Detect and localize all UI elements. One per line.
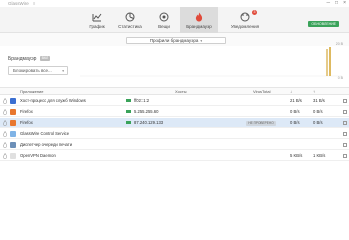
graph-min-label: 0 B [337,76,343,80]
tab-statistics-label: Статистика [118,23,142,29]
glasswire-window: GlassWire ≡ ─ □ × График Статистика Вещи… [0,0,349,200]
chevron-down-icon: ▾ [62,68,64,73]
app-name: Firefox [20,120,33,125]
firewall-title: Брандмауэр [8,56,37,62]
column-header-hosts[interactable]: Хосты [175,89,187,94]
firewall-flame-icon [195,12,203,21]
download-rate: 0 B/s [290,109,300,114]
chevron-down-icon: ▾ [200,38,203,43]
table-row[interactable]: Хост-процесс для служб Windows ff02::1:2 2… [0,96,349,106]
activity-graph [80,47,342,77]
country-flag-icon [126,110,131,113]
app-icon [10,131,16,137]
close-button[interactable]: × [343,0,346,7]
table-row[interactable]: GlassWire Control Service [0,129,349,139]
app-name: Хост-процесс для служб Windows [20,98,86,103]
window-controls: ─ □ × [327,0,347,7]
notifications-icon [240,12,250,21]
table-row[interactable]: OpenVPN Daemon 5 KB/s 1 KB/s [0,151,349,161]
app-icon [10,98,16,104]
app-icon [10,109,16,115]
column-header-virustotal[interactable]: VirusTotal [253,89,271,94]
things-icon [159,12,169,21]
app-icon [10,120,16,126]
table-row[interactable]: Firefox 5.255.255.60 0 B/s 0 B/s [0,107,349,117]
virustotal-status[interactable]: НЕ ПРОВЕРЕНО [246,120,276,126]
firewall-flame-icon[interactable] [3,142,7,148]
app-icon [10,142,16,148]
tab-things-label: Вещи [158,23,170,29]
firewall-mode-value: Блокировать все... [13,68,52,73]
country-flag-icon [126,99,131,102]
upload-rate: 0 B/s [313,120,323,125]
upload-rate: 1 KB/s [313,153,326,158]
app-title: GlassWire [8,1,29,6]
main-toolbar: График Статистика Вещи Брандмауэр 3 Увед… [0,7,349,33]
app-name: Диспетчер очереди печати [20,142,73,147]
row-checkbox[interactable] [343,99,347,103]
table-row[interactable]: Firefox 87.240.129.133 НЕ ПРОВЕРЕНО 0 B/s 0 … [0,118,349,128]
row-checkbox[interactable] [343,143,347,147]
column-header-download[interactable]: ↓ [290,89,292,94]
graph-icon [92,13,102,21]
column-header-application[interactable]: Приложение [20,89,43,94]
host-address: 87.240.129.133 [134,120,164,125]
host-address: ff02::1:2 [134,98,150,103]
tab-firewall-label: Брандмауэр [186,23,212,29]
app-name: GlassWire Control Service [20,131,70,136]
graph-max-label: 20 B [335,42,343,46]
tab-graph[interactable]: График [86,7,108,33]
statistics-icon [125,12,135,21]
firewall-flame-icon[interactable] [3,153,7,159]
firewall-flame-icon[interactable] [3,131,7,137]
app-icon [10,153,16,159]
tab-statistics[interactable]: Статистика [113,7,147,33]
connections-table-header: Приложение Хосты VirusTotal ↓ ↑ [0,87,349,95]
host-address: 5.255.255.60 [134,109,159,114]
row-checkbox[interactable] [343,121,347,125]
upload-rate: 0 B/s [313,109,323,114]
download-rate: 0 B/s [290,120,300,125]
upload-rate: 31 B/s [313,98,325,103]
row-checkbox[interactable] [343,154,347,158]
app-name: OpenVPN Daemon [20,153,56,158]
firewall-profiles-dropdown[interactable]: Профили брандмауэра ▾ [126,37,226,44]
firewall-toggle[interactable]: ВКЛ [40,56,50,61]
row-checkbox[interactable] [343,110,347,114]
row-checkbox[interactable] [343,132,347,136]
minimize-button[interactable]: ─ [327,0,331,7]
download-rate: 5 KB/s [290,153,303,158]
firewall-profiles-label: Профили брандмауэра [149,38,199,43]
download-rate: 21 B/s [290,98,302,103]
tab-graph-label: График [89,23,105,29]
menu-icon[interactable]: ≡ [33,1,35,6]
update-button[interactable]: ОБНОВЛЕНИЕ [308,21,339,27]
firewall-flame-icon[interactable] [3,98,7,104]
tab-firewall[interactable]: Брандмауэр [180,7,218,33]
title-bar: GlassWire ≡ ─ □ × [0,0,349,7]
tab-notifications[interactable]: 3 Уведомления [224,7,266,33]
app-name: Firefox [20,109,33,114]
tab-things[interactable]: Вещи [152,7,176,33]
column-header-upload[interactable]: ↑ [313,89,315,94]
maximize-button[interactable]: □ [335,0,338,7]
country-flag-icon [126,121,131,124]
notifications-badge: 3 [252,10,257,15]
firewall-mode-select[interactable]: Блокировать все... ▾ [8,66,68,75]
firewall-flame-icon[interactable] [3,109,7,115]
tab-notifications-label: Уведомления [230,23,260,29]
firewall-flame-icon[interactable] [3,120,7,126]
table-row[interactable]: Диспетчер очереди печати [0,140,349,150]
